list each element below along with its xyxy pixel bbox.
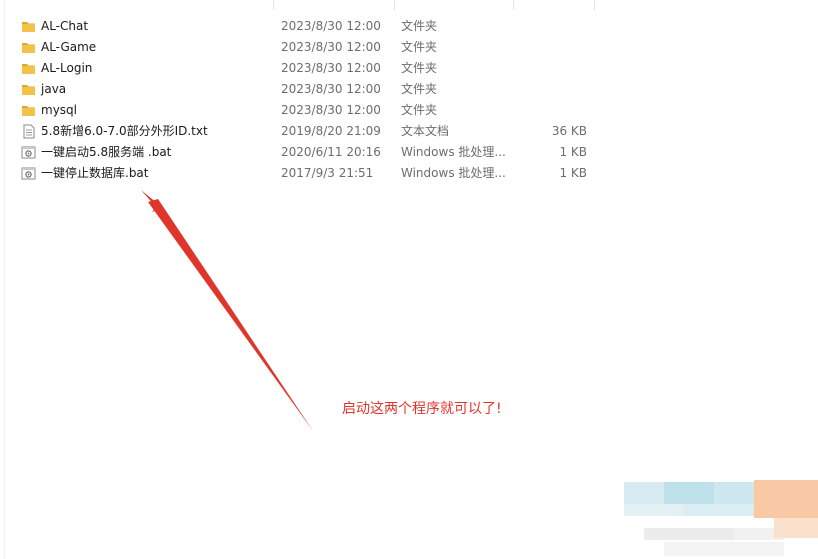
file-name: mysql bbox=[41, 103, 77, 117]
file-type: Windows 批处理... bbox=[401, 166, 506, 180]
file-name: 5.8新增6.0-7.0部分外形ID.txt bbox=[41, 124, 208, 138]
file-explorer-view: AL-Chat 2023/8/30 12:00 文件夹 AL-Game 2023… bbox=[0, 0, 818, 559]
file-modified-date: 2023/8/30 12:00 bbox=[281, 61, 381, 75]
file-type: 文件夹 bbox=[401, 40, 438, 54]
file-size: 1 KB bbox=[559, 145, 587, 159]
file-name: 一键停止数据库.bat bbox=[41, 166, 149, 180]
folder-icon bbox=[21, 82, 36, 97]
column-separator[interactable] bbox=[273, 0, 274, 10]
arrow-shaft bbox=[148, 199, 313, 431]
file-name: AL-Chat bbox=[41, 19, 89, 33]
column-separator[interactable] bbox=[513, 0, 514, 10]
batch-file-icon bbox=[21, 145, 36, 160]
folder-icon bbox=[21, 40, 36, 55]
file-row[interactable]: AL-Game 2023/8/30 12:00 文件夹 bbox=[0, 37, 600, 58]
file-type: 文件夹 bbox=[401, 61, 438, 75]
file-row[interactable]: 5.8新增6.0-7.0部分外形ID.txt 2019/8/20 21:09 文… bbox=[0, 121, 600, 142]
file-modified-date: 2023/8/30 12:00 bbox=[281, 19, 381, 33]
folder-icon bbox=[21, 103, 36, 118]
text-file-icon bbox=[21, 124, 36, 139]
arrow-head bbox=[141, 190, 163, 212]
file-modified-date: 2023/8/30 12:00 bbox=[281, 82, 381, 96]
file-type: 文件夹 bbox=[401, 19, 438, 33]
column-separator[interactable] bbox=[394, 0, 395, 10]
blurred-watermark bbox=[624, 480, 818, 559]
file-name: AL-Game bbox=[41, 40, 97, 54]
folder-icon bbox=[21, 61, 36, 76]
file-modified-date: 2019/8/20 21:09 bbox=[281, 124, 381, 138]
file-row[interactable]: mysql 2023/8/30 12:00 文件夹 bbox=[0, 100, 600, 121]
file-name: AL-Login bbox=[41, 61, 93, 75]
file-row[interactable]: java 2023/8/30 12:00 文件夹 bbox=[0, 79, 600, 100]
file-modified-date: 2020/6/11 20:16 bbox=[281, 145, 381, 159]
column-header-strip bbox=[0, 0, 600, 10]
file-type: 文本文档 bbox=[401, 124, 450, 138]
file-size: 1 KB bbox=[559, 166, 587, 180]
file-row[interactable]: 一键停止数据库.bat 2017/9/3 21:51 Windows 批处理..… bbox=[0, 163, 600, 184]
folder-icon bbox=[21, 19, 36, 34]
column-separator[interactable] bbox=[594, 0, 595, 10]
file-type: 文件夹 bbox=[401, 103, 438, 117]
file-type: 文件夹 bbox=[401, 82, 438, 96]
file-modified-date: 2017/9/3 21:51 bbox=[281, 166, 374, 180]
file-modified-date: 2023/8/30 12:00 bbox=[281, 40, 381, 54]
file-size: 36 KB bbox=[551, 124, 587, 138]
annotation-text: 启动这两个程序就可以了! bbox=[342, 401, 502, 417]
file-row[interactable]: AL-Chat 2023/8/30 12:00 文件夹 bbox=[0, 16, 600, 37]
file-name: java bbox=[41, 82, 67, 96]
file-list: AL-Chat 2023/8/30 12:00 文件夹 AL-Game 2023… bbox=[0, 16, 600, 184]
file-row[interactable]: AL-Login 2023/8/30 12:00 文件夹 bbox=[0, 58, 600, 79]
file-modified-date: 2023/8/30 12:00 bbox=[281, 103, 381, 117]
file-name: 一键启动5.8服务端 .bat bbox=[41, 145, 172, 159]
file-row[interactable]: 一键启动5.8服务端 .bat 2020/6/11 20:16 Windows … bbox=[0, 142, 600, 163]
file-type: Windows 批处理... bbox=[401, 145, 506, 159]
batch-file-icon bbox=[21, 166, 36, 181]
